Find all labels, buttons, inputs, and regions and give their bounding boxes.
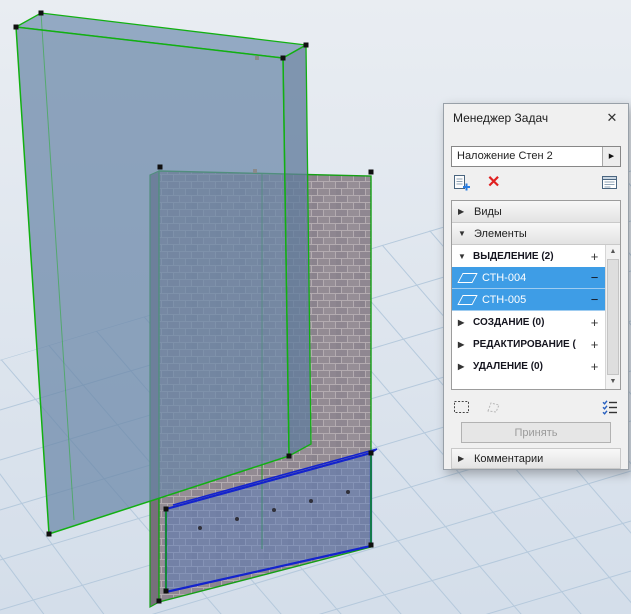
chevron-right-icon: ▶ (458, 318, 468, 327)
marquee-icon[interactable] (453, 399, 471, 418)
group-label: СОЗДАНИЕ (0) (473, 317, 544, 328)
element-groups: ▼ ВЫДЕЛЕНИЕ (2) + СТН-004 − СТН-005 − ▶ … (452, 245, 605, 389)
group-label: УДАЛЕНИЕ (0) (473, 361, 543, 372)
panel-titlebar[interactable]: Менеджер Задач ✕ (444, 104, 628, 132)
remove-element-button[interactable]: − (587, 292, 602, 307)
wall-icon (457, 273, 477, 283)
add-element-button[interactable]: + (587, 337, 602, 352)
app-window: Менеджер Задач ✕ Наложение Стен 2 ▶ ✕ (0, 0, 631, 614)
criteria-list-icon[interactable] (601, 398, 619, 419)
chevron-right-icon: ▶ (458, 340, 468, 349)
remove-element-button[interactable]: − (587, 270, 602, 285)
selection-toolbar (453, 396, 619, 420)
close-icon[interactable]: ✕ (604, 104, 620, 132)
add-element-button[interactable]: + (587, 249, 602, 264)
group-selection[interactable]: ▼ ВЫДЕЛЕНИЕ (2) + (452, 245, 605, 267)
list-item-stn-005[interactable]: СТН-005 − (452, 289, 605, 311)
group-label: РЕДАКТИРОВАНИЕ ( (473, 339, 576, 350)
wall-icon (457, 295, 477, 305)
list-item-stn-004[interactable]: СТН-004 − (452, 267, 605, 289)
chevron-right-icon: ▶ (458, 362, 468, 371)
item-label: СТН-005 (482, 294, 526, 306)
section-comments[interactable]: ▶ Комментарии (451, 448, 621, 469)
accept-button[interactable]: Принять (461, 422, 611, 443)
section-views-label: Виды (474, 206, 502, 218)
task-details-icon[interactable] (601, 174, 619, 195)
add-element-button[interactable]: + (587, 315, 602, 330)
add-task-icon[interactable] (453, 174, 471, 195)
section-views[interactable]: ▶ Виды (452, 201, 620, 223)
task-dropdown-value: Наложение Стен 2 (452, 147, 602, 166)
group-editing[interactable]: ▶ РЕДАКТИРОВАНИЕ ( + (452, 333, 605, 355)
delete-task-icon[interactable]: ✕ (487, 172, 500, 194)
scroll-up-icon[interactable]: ▲ (606, 245, 620, 259)
section-comments-label: Комментарии (474, 453, 543, 465)
add-element-button[interactable]: + (587, 359, 602, 374)
group-label: ВЫДЕЛЕНИЕ (2) (473, 251, 554, 262)
task-manager-panel: Менеджер Задач ✕ Наложение Стен 2 ▶ ✕ (443, 103, 629, 470)
boundary-icon-disabled (485, 399, 503, 418)
item-label: СТН-004 (482, 272, 526, 284)
chevron-down-icon: ▼ (458, 229, 468, 238)
group-deletion[interactable]: ▶ УДАЛЕНИЕ (0) + (452, 355, 605, 377)
chevron-down-icon: ▼ (458, 252, 468, 261)
chevron-right-icon: ▶ (458, 454, 468, 463)
task-tree: ▶ Виды ▼ Элементы ▼ ВЫДЕЛЕНИЕ (2) + СТН-… (451, 200, 621, 390)
panel-toolbar: ✕ (453, 172, 619, 194)
section-elements[interactable]: ▼ Элементы (452, 223, 620, 245)
scroll-down-icon[interactable]: ▼ (606, 375, 620, 389)
task-dropdown[interactable]: Наложение Стен 2 ▶ (451, 146, 621, 167)
panel-title: Менеджер Задач (453, 111, 548, 125)
scrollbar-thumb[interactable] (607, 259, 619, 375)
chevron-right-icon: ▶ (458, 207, 468, 216)
group-creation[interactable]: ▶ СОЗДАНИЕ (0) + (452, 311, 605, 333)
wall-large[interactable] (16, 13, 311, 534)
dropdown-arrow-icon[interactable]: ▶ (602, 147, 620, 166)
section-elements-label: Элементы (474, 228, 527, 240)
scrollbar[interactable]: ▲ ▼ (605, 245, 620, 389)
